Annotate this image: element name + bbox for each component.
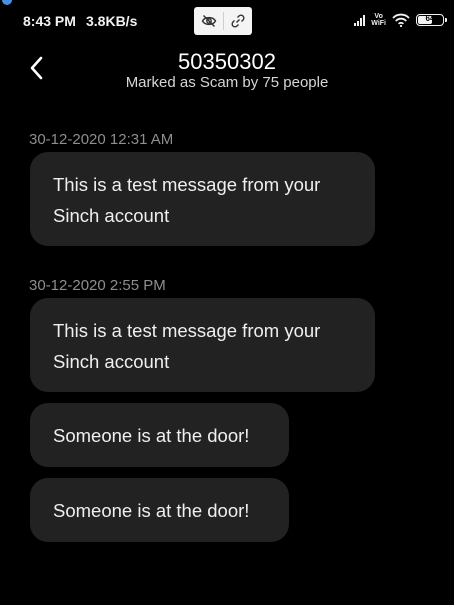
battery-icon: 64 <box>416 14 447 26</box>
overlay-divider <box>223 12 224 30</box>
message-timestamp: 30-12-2020 12:31 AM <box>29 131 174 148</box>
contact-subtitle: Marked as Scam by 75 people <box>125 74 329 91</box>
message-bubble[interactable]: Someone is at the door! <box>30 478 289 542</box>
link-icon[interactable] <box>230 13 246 29</box>
status-bar: 8:43 PM 3.8KB/s Vo WiFi 64 <box>0 0 454 40</box>
message-bubble[interactable]: This is a test message from your Sinch a… <box>30 298 375 392</box>
message-timestamp: 30-12-2020 2:55 PM <box>29 277 166 294</box>
message-bubble[interactable]: Someone is at the door! <box>30 403 289 467</box>
notification-dot <box>2 0 12 5</box>
contact-title: 50350302 <box>178 49 276 74</box>
vowifi-icon: Vo WiFi <box>371 13 386 27</box>
network-speed: 3.8KB/s <box>86 13 138 29</box>
overlay-controls <box>194 7 252 35</box>
message-bubble[interactable]: This is a test message from your Sinch a… <box>30 152 375 246</box>
signal-icon <box>354 14 366 26</box>
status-time: 8:43 PM <box>23 13 76 29</box>
conversation-header: 50350302 Marked as Scam by 75 people <box>0 40 454 100</box>
wifi-icon <box>392 13 410 27</box>
battery-level: 64 <box>425 14 435 23</box>
vowifi-line2: WiFi <box>371 20 386 27</box>
status-icons: Vo WiFi 64 <box>354 11 447 29</box>
vowifi-line1: Vo <box>374 13 383 20</box>
eye-off-icon[interactable] <box>201 13 217 29</box>
